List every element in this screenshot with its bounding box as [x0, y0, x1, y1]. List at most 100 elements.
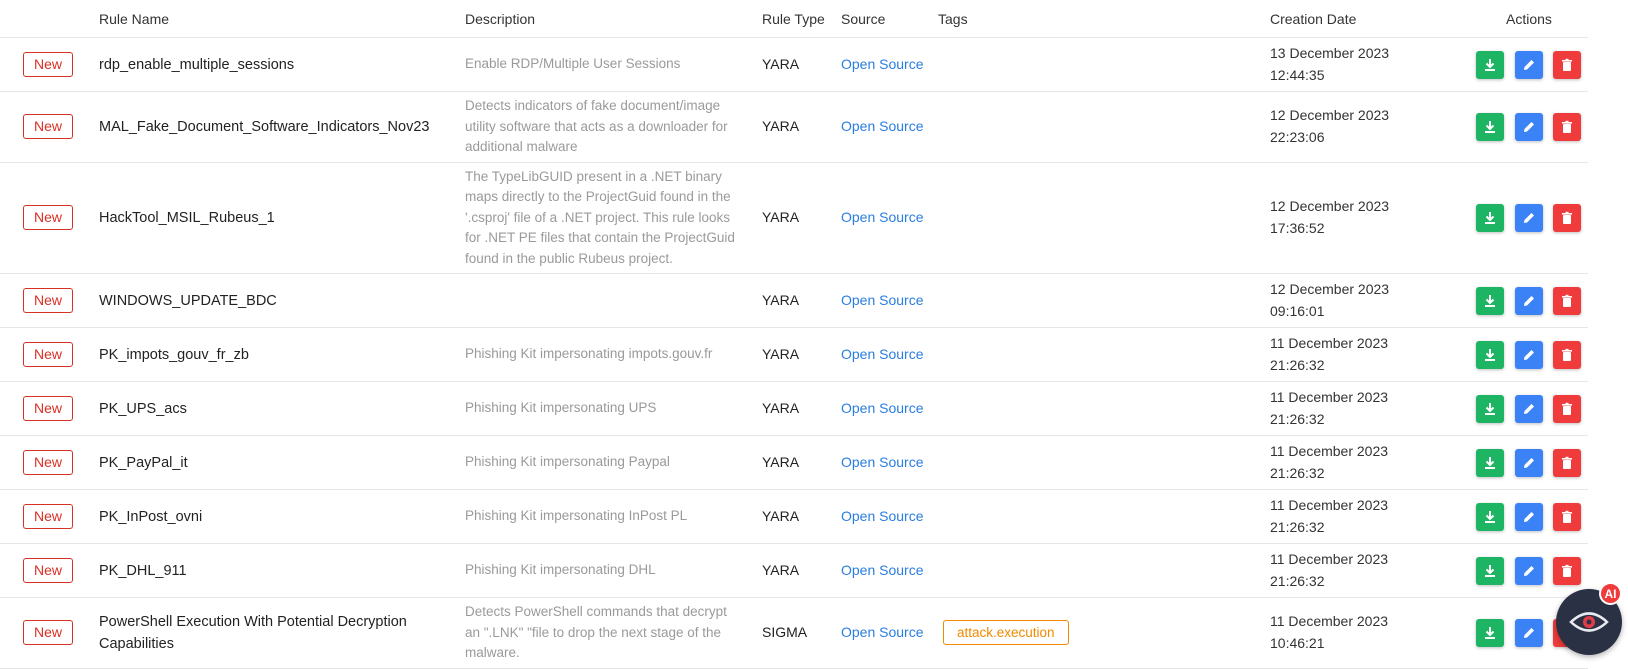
download-icon	[1483, 402, 1497, 416]
col-rule-name[interactable]: Rule Name	[99, 11, 169, 27]
delete-button[interactable]	[1553, 286, 1581, 315]
download-icon	[1483, 564, 1497, 578]
date-time: 21:26:32	[1270, 518, 1325, 535]
new-badge: New	[23, 503, 73, 529]
source-link[interactable]: Open Source	[841, 292, 924, 308]
rule-type: YARA	[762, 345, 800, 362]
delete-button[interactable]	[1553, 556, 1581, 585]
table-row: New PK_impots_gouv_fr_zb Phishing Kit im…	[0, 328, 1588, 382]
edit-button[interactable]	[1515, 286, 1543, 315]
rule-name[interactable]: MAL_Fake_Document_Software_Indicators_No…	[99, 116, 429, 138]
source-link[interactable]: Open Source	[841, 562, 924, 578]
rule-description: Phishing Kit impersonating impots.gouv.f…	[465, 346, 713, 362]
rule-name[interactable]: PK_InPost_ovni	[99, 506, 429, 528]
rule-description: Phishing Kit impersonating Paypal	[465, 454, 670, 470]
col-creation-date[interactable]: Creation Date	[1270, 11, 1356, 27]
rule-name[interactable]: PK_impots_gouv_fr_zb	[99, 344, 429, 366]
edit-button[interactable]	[1515, 204, 1543, 232]
delete-button[interactable]	[1553, 50, 1581, 79]
source-link[interactable]: Open Source	[841, 400, 924, 416]
download-button[interactable]	[1476, 286, 1504, 315]
edit-button[interactable]	[1515, 50, 1543, 79]
pencil-icon	[1522, 211, 1536, 225]
pencil-icon	[1522, 120, 1536, 134]
rule-type: SIGMA	[762, 624, 808, 640]
source-link[interactable]: Open Source	[841, 209, 924, 225]
tag-badge[interactable]: attack.execution	[943, 620, 1069, 645]
edit-button[interactable]	[1515, 619, 1543, 647]
edit-button[interactable]	[1515, 340, 1543, 369]
pencil-icon	[1522, 626, 1536, 640]
edit-button[interactable]	[1515, 448, 1543, 477]
source-link[interactable]: Open Source	[841, 56, 924, 72]
download-button[interactable]	[1476, 50, 1504, 79]
download-button[interactable]	[1476, 113, 1504, 141]
download-button[interactable]	[1476, 340, 1504, 369]
download-button[interactable]	[1476, 448, 1504, 477]
edit-button[interactable]	[1515, 502, 1543, 531]
edit-button[interactable]	[1515, 394, 1543, 423]
rule-name[interactable]: PK_PayPal_it	[99, 452, 429, 474]
rule-name[interactable]: rdp_enable_multiple_sessions	[99, 54, 429, 76]
download-icon	[1483, 294, 1497, 308]
source-link[interactable]: Open Source	[841, 454, 924, 470]
rule-name[interactable]: PK_DHL_911	[99, 560, 429, 582]
download-button[interactable]	[1476, 502, 1504, 531]
download-button[interactable]	[1476, 394, 1504, 423]
creation-date: 13 December 2023 12:44:35	[1270, 42, 1420, 86]
table-row: New PowerShell Execution With Potential …	[0, 598, 1588, 669]
table-row: New WINDOWS_UPDATE_BDC YARA Open Source …	[0, 274, 1588, 328]
download-icon	[1483, 348, 1497, 362]
new-badge: New	[23, 287, 73, 313]
rule-type: YARA	[762, 399, 800, 416]
new-badge: New	[23, 341, 73, 367]
date-time: 21:26:32	[1270, 356, 1325, 373]
delete-button[interactable]	[1553, 448, 1581, 477]
table-row: New PK_DHL_911 Phishing Kit impersonatin…	[0, 544, 1588, 598]
delete-button[interactable]	[1553, 502, 1581, 531]
delete-button[interactable]	[1553, 113, 1581, 141]
col-tags[interactable]: Tags	[938, 11, 968, 27]
rule-type: YARA	[762, 561, 800, 578]
date-time: 21:26:32	[1270, 464, 1325, 481]
col-rule-type[interactable]: Rule Type	[762, 11, 825, 27]
date-day: 11 December 2023	[1270, 442, 1389, 459]
download-button[interactable]	[1476, 619, 1504, 647]
source-link[interactable]: Open Source	[841, 624, 924, 640]
col-source[interactable]: Source	[841, 11, 885, 27]
source-link[interactable]: Open Source	[841, 346, 924, 362]
delete-button[interactable]	[1553, 340, 1581, 369]
rule-name[interactable]: HackTool_MSIL_Rubeus_1	[99, 207, 429, 229]
col-actions: Actions	[1506, 11, 1552, 27]
rule-name[interactable]: PK_UPS_acs	[99, 398, 429, 420]
col-description[interactable]: Description	[465, 11, 535, 27]
source-link[interactable]: Open Source	[841, 118, 924, 134]
date-day: 12 December 2023	[1270, 198, 1390, 214]
download-icon	[1483, 211, 1497, 225]
trash-icon	[1560, 402, 1574, 416]
rule-name[interactable]: PowerShell Execution With Potential Decr…	[99, 611, 429, 655]
rule-description: Detects PowerShell commands that decrypt…	[465, 604, 727, 661]
date-day: 12 December 2023	[1270, 107, 1390, 123]
download-button[interactable]	[1476, 556, 1504, 585]
ai-badge: AI	[1599, 582, 1622, 605]
date-time: 12:44:35	[1270, 66, 1325, 83]
pencil-icon	[1522, 564, 1536, 578]
new-badge: New	[23, 395, 73, 421]
source-link[interactable]: Open Source	[841, 508, 924, 524]
date-time: 10:46:21	[1270, 635, 1325, 651]
rule-description: Phishing Kit impersonating DHL	[465, 562, 656, 578]
delete-button[interactable]	[1553, 204, 1581, 232]
date-time: 17:36:52	[1270, 220, 1325, 236]
download-button[interactable]	[1476, 204, 1504, 232]
rule-name[interactable]: WINDOWS_UPDATE_BDC	[99, 290, 429, 312]
edit-button[interactable]	[1515, 556, 1543, 585]
rule-type: YARA	[762, 453, 800, 470]
edit-button[interactable]	[1515, 113, 1543, 141]
table-row: New MAL_Fake_Document_Software_Indicator…	[0, 92, 1588, 163]
rule-type: YARA	[762, 291, 800, 308]
rule-description: Phishing Kit impersonating UPS	[465, 400, 657, 416]
table-row: New PK_InPost_ovni Phishing Kit imperson…	[0, 490, 1588, 544]
creation-date: 11 December 2023 21:26:32	[1270, 548, 1420, 592]
delete-button[interactable]	[1553, 394, 1581, 423]
